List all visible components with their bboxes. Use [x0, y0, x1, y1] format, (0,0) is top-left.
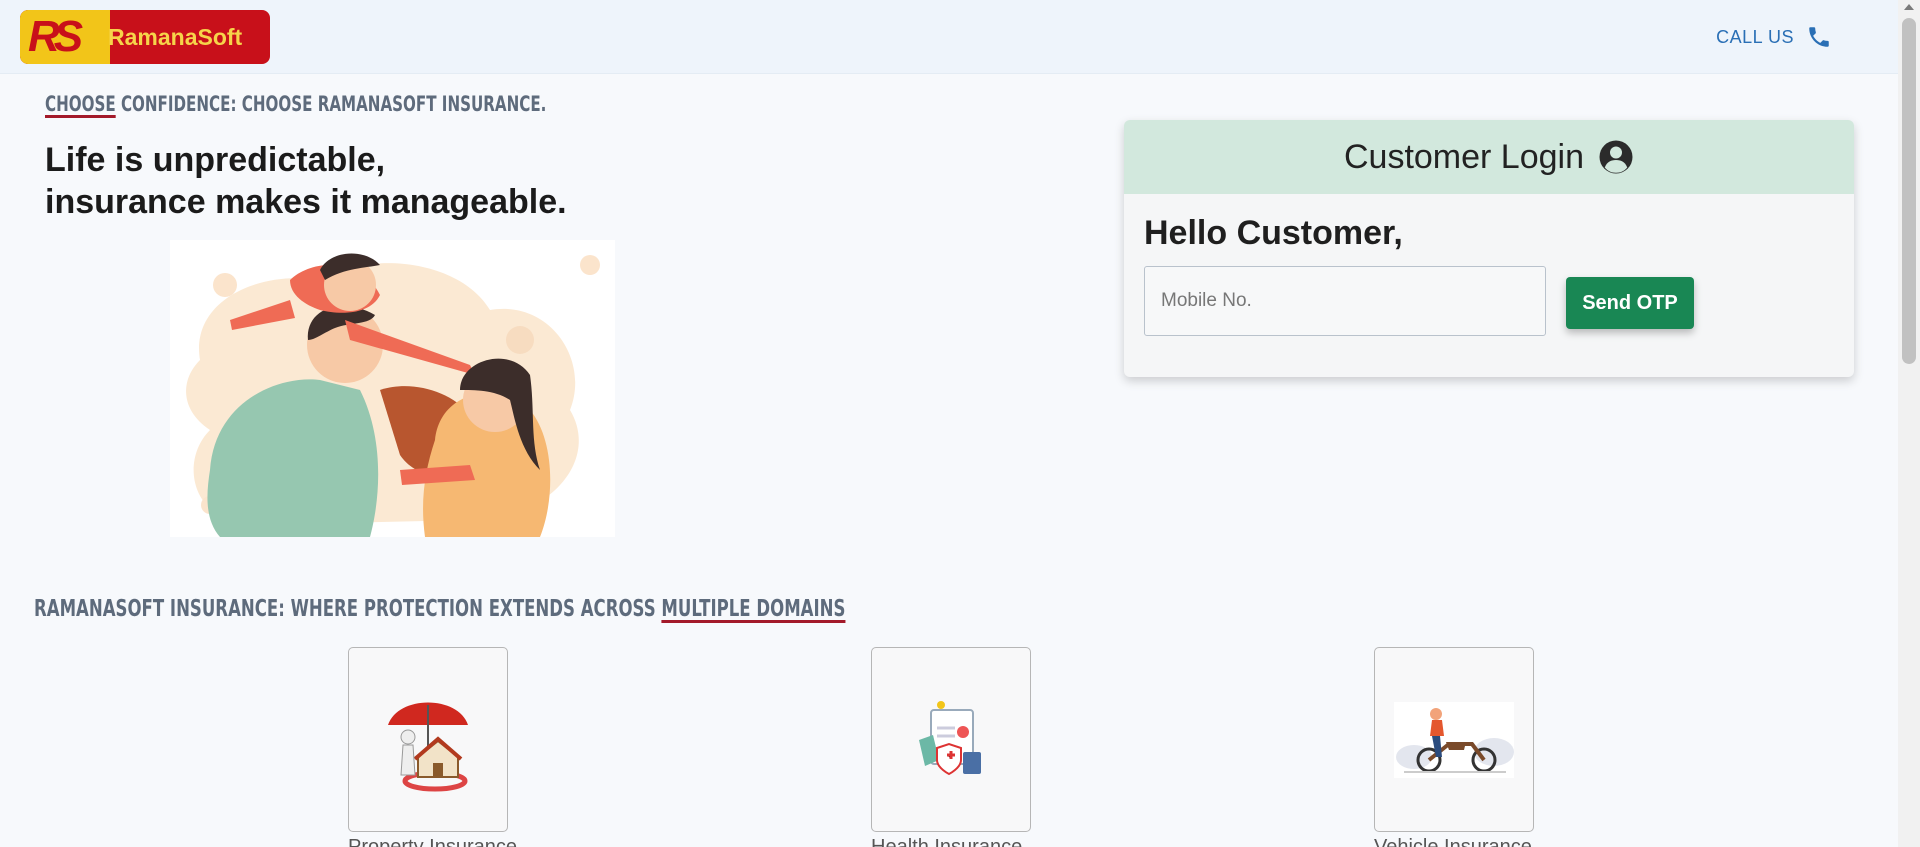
property-insurance-label[interactable]: Property Insurance	[348, 836, 517, 847]
family-illustration	[170, 240, 615, 537]
phone-icon	[1809, 27, 1829, 47]
domains-section-title: RAMANASOFT INSURANCE: WHERE PROTECTION E…	[34, 596, 845, 622]
mobile-number-input[interactable]	[1144, 266, 1546, 336]
ramanasoft-logo[interactable]: RS RamanaSoft	[20, 10, 270, 64]
logo-mark-text: RS	[28, 12, 83, 61]
send-otp-button[interactable]: Send OTP	[1566, 277, 1694, 329]
vehicle-insurance-label[interactable]: Vehicle Insurance	[1374, 836, 1532, 847]
health-insurance-card[interactable]	[871, 647, 1031, 832]
call-us-link[interactable]: CALL US	[1716, 24, 1832, 50]
login-title: Customer Login	[1343, 137, 1584, 176]
headline-line-2: insurance makes it manageable.	[45, 183, 567, 221]
domains-title-prefix: RAMANASOFT INSURANCE: WHERE PROTECTION E…	[34, 596, 662, 622]
scrollbar-thumb[interactable]	[1902, 18, 1916, 364]
scroll-up-arrow-icon[interactable]	[1904, 4, 1914, 10]
tagline-rest: CONFIDENCE: CHOOSE RAMANASOFT INSURANCE.	[115, 92, 547, 116]
logo-brand-name: RamanaSoft	[108, 24, 243, 50]
login-greeting: Hello Customer,	[1144, 214, 1403, 252]
tagline-highlight: CHOOSE	[45, 92, 116, 116]
customer-login-card: Customer Login Hello Customer, Send OTP	[1124, 120, 1854, 377]
vehicle-insurance-icon	[1394, 701, 1514, 778]
hero-tagline: CHOOSE CONFIDENCE: CHOOSE RAMANASOFT INS…	[45, 92, 546, 116]
headline-line-1: Life is unpredictable,	[45, 141, 386, 179]
property-insurance-icon	[388, 702, 468, 791]
call-us-label: CALL US	[1716, 26, 1794, 47]
logo-mark: RS	[20, 10, 110, 64]
page-scrollbar[interactable]	[1898, 0, 1920, 847]
vehicle-insurance-card[interactable]	[1374, 647, 1534, 832]
login-card-header: Customer Login	[1124, 120, 1854, 194]
health-insurance-label[interactable]: Health Insurance	[871, 836, 1022, 847]
domains-title-highlight: MULTIPLE DOMAINS	[661, 596, 846, 622]
user-circle-icon	[1599, 140, 1633, 174]
property-insurance-card[interactable]	[348, 647, 508, 832]
hero-headline: Life is unpredictable, insurance makes i…	[45, 139, 567, 223]
top-navbar: RS RamanaSoft CALL US	[0, 0, 1898, 74]
health-insurance-icon	[919, 700, 981, 775]
